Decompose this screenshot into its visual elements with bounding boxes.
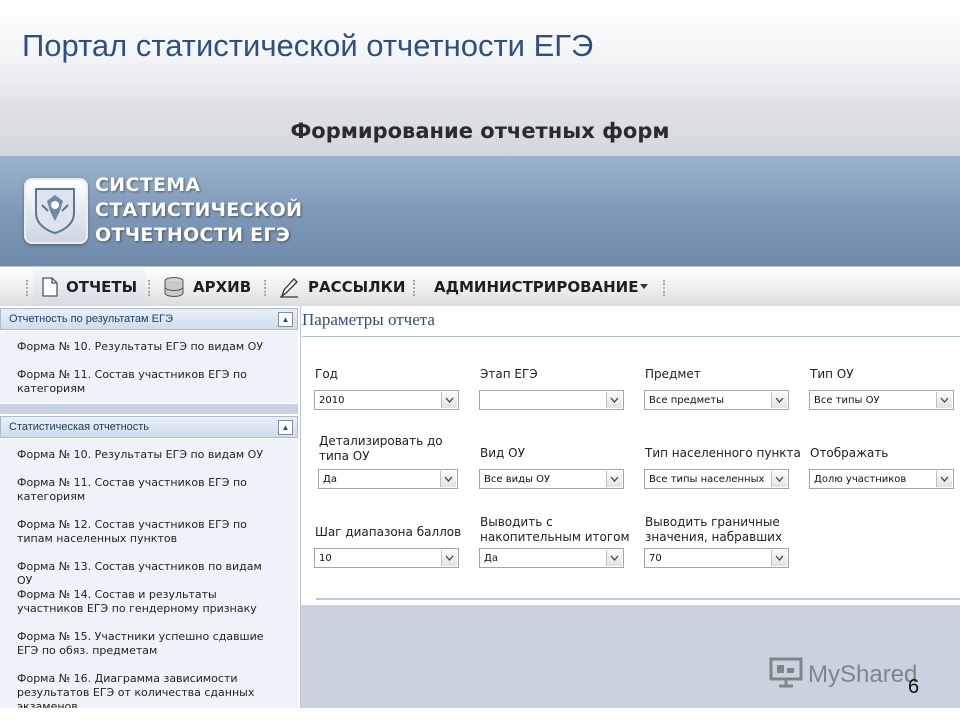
nav-separator (264, 280, 268, 296)
nav-item-archive[interactable]: АРХИВ (163, 267, 251, 307)
watermark-text: MyShared (808, 660, 918, 688)
exam-stage-select[interactable] (479, 390, 624, 410)
sidebar-link[interactable]: Форма № 14. Состав и результаты участник… (17, 588, 267, 616)
sidebar-link[interactable]: Форма № 11. Состав участников ЕГЭ по кат… (17, 368, 267, 396)
sidebar-link[interactable]: Форма № 10. Результаты ЕГЭ по видам ОУ (17, 340, 267, 354)
page-number: 6 (908, 676, 920, 698)
nav-item-mailings[interactable]: РАССЫЛКИ (278, 267, 405, 307)
system-name-line: СИСТЕМА (95, 174, 201, 196)
nav-separator (663, 280, 667, 296)
field-label-year: Год (315, 367, 338, 381)
sidebar-link[interactable]: Форма № 13. Состав участников по видам О… (17, 560, 267, 588)
settlement-type-select[interactable]: Все типы населенных пунктов (644, 469, 789, 489)
chevron-down-icon[interactable] (441, 550, 457, 566)
select-value: Все виды ОУ (484, 474, 551, 485)
select-value: Долю участников (814, 474, 907, 485)
slide-bottom (0, 708, 960, 720)
select-value: Все типы ОУ (814, 395, 880, 406)
detail-select[interactable]: Да (318, 469, 458, 489)
sidebar-link[interactable]: Форма № 10. Результаты ЕГЭ по видам ОУ (17, 448, 267, 462)
select-value: Все типы населенных пунктов (649, 474, 768, 485)
field-label-score-step: Шаг диапазона баллов (315, 525, 462, 539)
field-label-settlement-type: Тип населенного пункта (645, 446, 801, 460)
sidebar-section-body: Форма № 10. Результаты ЕГЭ по видам ОУ Ф… (0, 331, 298, 403)
chevron-down-icon[interactable] (771, 392, 787, 408)
nav-item-label: АДМИНИСТРИРОВАНИЕ (434, 278, 639, 296)
watermark: MyShared (768, 656, 917, 693)
presentation-icon (768, 656, 804, 693)
field-label-subject: Предмет (645, 367, 701, 381)
chevron-down-icon[interactable] (771, 471, 787, 487)
slide-subtitle: Формирование отчетных форм (290, 119, 670, 143)
chevron-down-icon[interactable] (606, 550, 622, 566)
sidebar-section-body: Форма № 10. Результаты ЕГЭ по видам ОУ Ф… (0, 439, 298, 720)
system-name: СИСТЕМА СТАТИСТИЧЕСКОЙ ОТЧЕТНОСТИ ЕГЭ (95, 173, 302, 248)
main-nav: ОТЧЕТЫ АРХИВ РАССЫЛКИ АДМИНИСТРИРОВАНИЕ (0, 266, 960, 308)
sidebar: Отчетность по результатам ЕГЭ ▲ Форма № … (0, 306, 301, 720)
panel-title: Параметры отчета (302, 310, 435, 329)
coat-of-arms-icon (24, 178, 88, 244)
chevron-down-icon[interactable] (606, 471, 622, 487)
cumulative-select[interactable]: Да (479, 548, 624, 568)
collapse-icon[interactable]: ▲ (278, 420, 293, 435)
chevron-down-icon[interactable] (936, 392, 952, 408)
field-label-cumulative: Выводить с накопительным итогом (480, 515, 630, 544)
chevron-down-icon[interactable] (440, 471, 456, 487)
sidebar-section-header[interactable]: Статистическая отчетность ▲ (0, 416, 298, 438)
chevron-down-icon[interactable] (771, 550, 787, 566)
slide-title: Портал статистической отчетности ЕГЭ (22, 28, 594, 63)
chevron-down-icon[interactable] (936, 471, 952, 487)
field-label-school-kind: Вид ОУ (480, 446, 525, 460)
threshold-select[interactable]: 70 (644, 548, 789, 568)
select-value: 2010 (319, 395, 345, 406)
database-icon (163, 276, 185, 298)
dropdown-arrow-icon[interactable] (640, 284, 648, 289)
school-type-select[interactable]: Все типы ОУ (809, 390, 954, 410)
sidebar-divider (0, 404, 298, 414)
field-label-display: Отображать (810, 446, 889, 460)
score-step-select[interactable]: 10 (314, 548, 459, 568)
select-value: 10 (319, 553, 332, 564)
select-value: Да (484, 553, 498, 564)
nav-separator (26, 280, 30, 296)
divider (302, 336, 960, 337)
nav-item-label: РАССЫЛКИ (308, 278, 406, 296)
school-kind-select[interactable]: Все виды ОУ (479, 469, 624, 489)
subject-select[interactable]: Все предметы (644, 390, 789, 410)
sidebar-section-header[interactable]: Отчетность по результатам ЕГЭ ▲ (0, 308, 298, 330)
field-label-school-type: Тип ОУ (810, 367, 854, 381)
system-name-line: СТАТИСТИЧЕСКОЙ (95, 199, 303, 221)
field-label-stage: Этап ЕГЭ (480, 367, 538, 381)
nav-item-reports[interactable]: ОТЧЕТЫ (33, 267, 145, 307)
system-name-line: ОТЧЕТНОСТИ ЕГЭ (95, 224, 291, 246)
sidebar-section-title: Статистическая отчетность (9, 421, 150, 433)
nav-item-administration[interactable]: АДМИНИСТРИРОВАНИЕ (434, 267, 639, 307)
display-select[interactable]: Долю участников (809, 469, 954, 489)
select-value: 70 (649, 553, 662, 564)
field-label-detail: Детализировать до типа ОУ (319, 434, 443, 463)
sidebar-link[interactable]: Форма № 15. Участники успешно сдавшие ЕГ… (17, 630, 267, 658)
nav-separator (413, 280, 417, 296)
year-select[interactable]: 2010 (314, 390, 459, 410)
chevron-down-icon[interactable] (606, 392, 622, 408)
divider (316, 598, 960, 600)
nav-separator (148, 280, 152, 296)
document-icon (42, 277, 58, 297)
nav-item-label: ОТЧЕТЫ (66, 278, 138, 296)
chevron-down-icon[interactable] (441, 392, 457, 408)
sidebar-link[interactable]: Форма № 11. Состав участников ЕГЭ по кат… (17, 476, 267, 504)
collapse-icon[interactable]: ▲ (278, 312, 293, 327)
sidebar-section-title: Отчетность по результатам ЕГЭ (9, 313, 173, 325)
nav-item-label: АРХИВ (193, 278, 252, 296)
pen-icon (278, 276, 300, 298)
sidebar-link[interactable]: Форма № 12. Состав участников ЕГЭ по тип… (17, 518, 267, 546)
select-value: Все предметы (649, 395, 725, 406)
select-value: Да (323, 474, 337, 485)
